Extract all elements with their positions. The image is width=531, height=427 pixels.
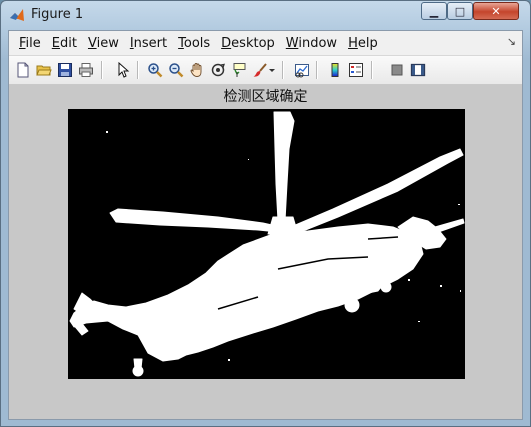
chevron-down-icon — [269, 69, 275, 72]
title-bar[interactable]: Figure 1 ▁ □ ✕ — [1, 1, 530, 29]
menu-edit-label: dit — [60, 35, 77, 51]
toolbar-separator — [101, 61, 103, 79]
show-plot-tools-button[interactable] — [408, 60, 428, 80]
menu-edit-mnemonic: E — [51, 35, 60, 51]
menu-help[interactable]: Help — [344, 36, 382, 51]
menu-file-label: ile — [25, 35, 41, 51]
rotate-3d-icon — [211, 63, 225, 77]
menu-view[interactable]: View — [84, 36, 123, 51]
edit-plot-button[interactable] — [113, 60, 133, 80]
axes-title: 检测区域确定 — [223, 89, 308, 105]
hide-plot-tools-icon — [391, 64, 403, 76]
insert-colorbar-button[interactable] — [325, 60, 345, 80]
menu-insert[interactable]: Insert — [126, 36, 171, 51]
menu-window-mnemonic: W — [285, 35, 299, 51]
colorbar-icon — [331, 63, 339, 77]
matlab-icon — [10, 9, 24, 21]
show-plot-tools-icon — [410, 63, 426, 77]
menu-window-label: indow — [298, 35, 338, 51]
maximize-icon: □ — [454, 4, 466, 18]
open-file-button[interactable] — [34, 60, 54, 80]
data-cursor-button[interactable] — [229, 60, 249, 80]
menu-desktop[interactable]: Desktop — [217, 36, 279, 51]
binary-helicopter-image — [68, 109, 465, 379]
print-figure-button[interactable] — [76, 60, 96, 80]
link-plot-icon — [295, 64, 309, 78]
minimize-icon: ▁ — [429, 4, 439, 18]
pan-button[interactable] — [187, 60, 207, 80]
menu-help-label: elp — [357, 35, 378, 51]
figure-client-area: File Edit View Insert Tools Desktop Wind… — [8, 30, 523, 420]
rotate-3d-button[interactable] — [208, 60, 228, 80]
hand-icon — [190, 63, 202, 77]
link-plot-button[interactable] — [292, 60, 312, 80]
save-figure-button[interactable] — [55, 60, 75, 80]
zoom-in-icon — [148, 63, 163, 78]
zoom-out-icon — [169, 63, 184, 78]
figure-window: Figure 1 ▁ □ ✕ File Edit View Insert Too… — [0, 0, 531, 427]
menu-file[interactable]: File — [15, 36, 45, 51]
menu-edit[interactable]: Edit — [48, 36, 81, 51]
hide-plot-tools-button[interactable] — [387, 60, 407, 80]
insert-legend-button[interactable] — [346, 60, 366, 80]
menu-tools-label: ools — [183, 35, 211, 51]
open-folder-icon — [36, 65, 52, 76]
new-figure-button[interactable] — [13, 60, 33, 80]
data-cursor-icon — [233, 63, 246, 77]
close-icon: ✕ — [491, 4, 501, 18]
menu-desktop-label: esktop — [231, 35, 275, 51]
new-document-icon — [17, 62, 29, 78]
zoom-out-button[interactable] — [166, 60, 186, 80]
pointer-arrow-icon — [118, 62, 130, 78]
brush-dropdown-button[interactable] — [267, 60, 277, 80]
maximize-button[interactable]: □ — [447, 2, 473, 20]
menu-insert-label: nsert — [133, 35, 168, 51]
close-button[interactable]: ✕ — [473, 2, 519, 20]
menu-window[interactable]: Window — [282, 36, 341, 51]
menu-help-mnemonic: H — [348, 35, 358, 51]
menu-view-mnemonic: V — [87, 35, 97, 51]
floppy-disk-icon — [58, 63, 72, 77]
figure-canvas: 检测区域确定 — [9, 85, 522, 419]
toolbar-separator — [316, 61, 318, 79]
menu-bar: File Edit View Insert Tools Desktop Wind… — [9, 31, 522, 56]
window-title: Figure 1 — [31, 7, 84, 22]
menu-tools[interactable]: Tools — [174, 36, 214, 51]
zoom-in-button[interactable] — [145, 60, 165, 80]
menu-view-label: iew — [96, 35, 119, 51]
toolbar-separator — [371, 61, 373, 79]
image-axes[interactable] — [68, 109, 465, 379]
menu-desktop-mnemonic: D — [221, 35, 232, 51]
figure-toolbar — [9, 56, 522, 85]
minimize-button[interactable]: ▁ — [421, 2, 447, 20]
toolbar-separator — [282, 61, 284, 79]
printer-icon — [79, 63, 93, 77]
brush-icon — [253, 63, 267, 77]
toolbar-separator — [137, 61, 139, 79]
legend-icon — [349, 63, 363, 77]
dock-figure-icon[interactable]: ↘ — [507, 35, 516, 48]
